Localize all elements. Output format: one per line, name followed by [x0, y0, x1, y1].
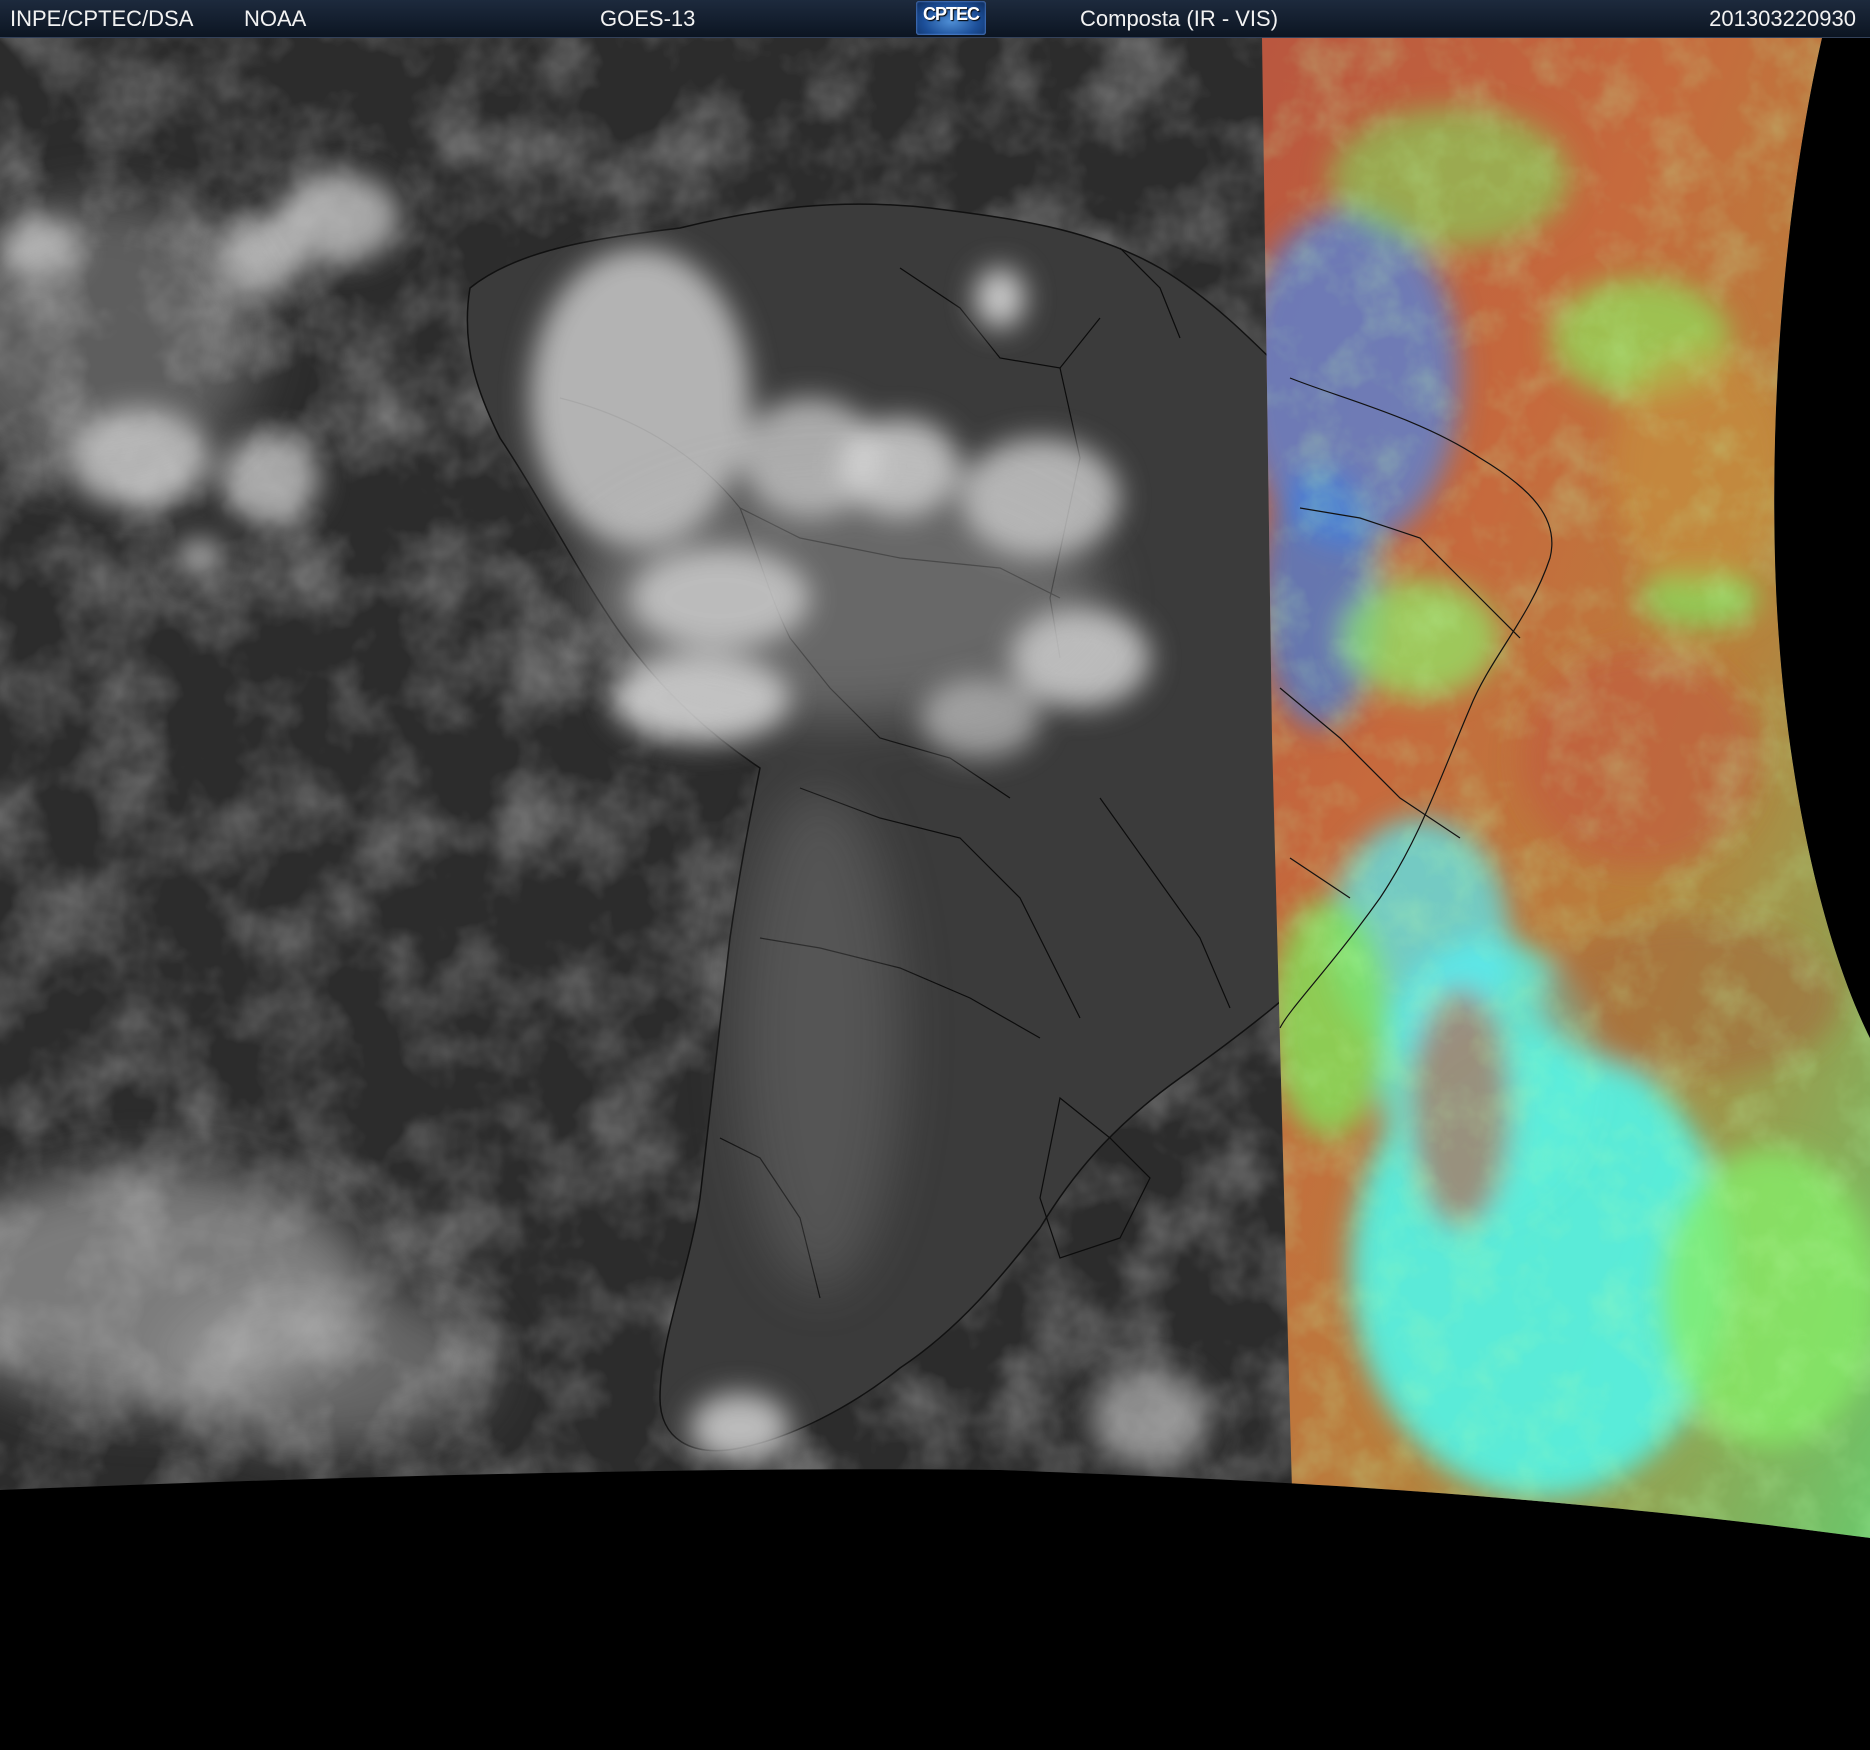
earth-disk [0, 38, 1870, 1538]
product-label: Composta (IR - VIS) [1080, 6, 1279, 31]
agency-label: NOAA [244, 6, 307, 31]
satellite-label: GOES-13 [600, 6, 696, 31]
timestamp-label: 201303220930 [1709, 6, 1856, 31]
organization-label: INPE/CPTEC/DSA [10, 6, 194, 31]
cptec-logo: CPTEC [916, 1, 986, 35]
satellite-imagery [0, 38, 1870, 1750]
logo-text: CPTEC [922, 4, 980, 24]
satellite-composite [0, 38, 1870, 1538]
image-header-bar: INPE/CPTEC/DSA NOAA GOES-13 CPTEC Compos… [0, 0, 1870, 38]
visible-composite-region [1262, 38, 1870, 1538]
